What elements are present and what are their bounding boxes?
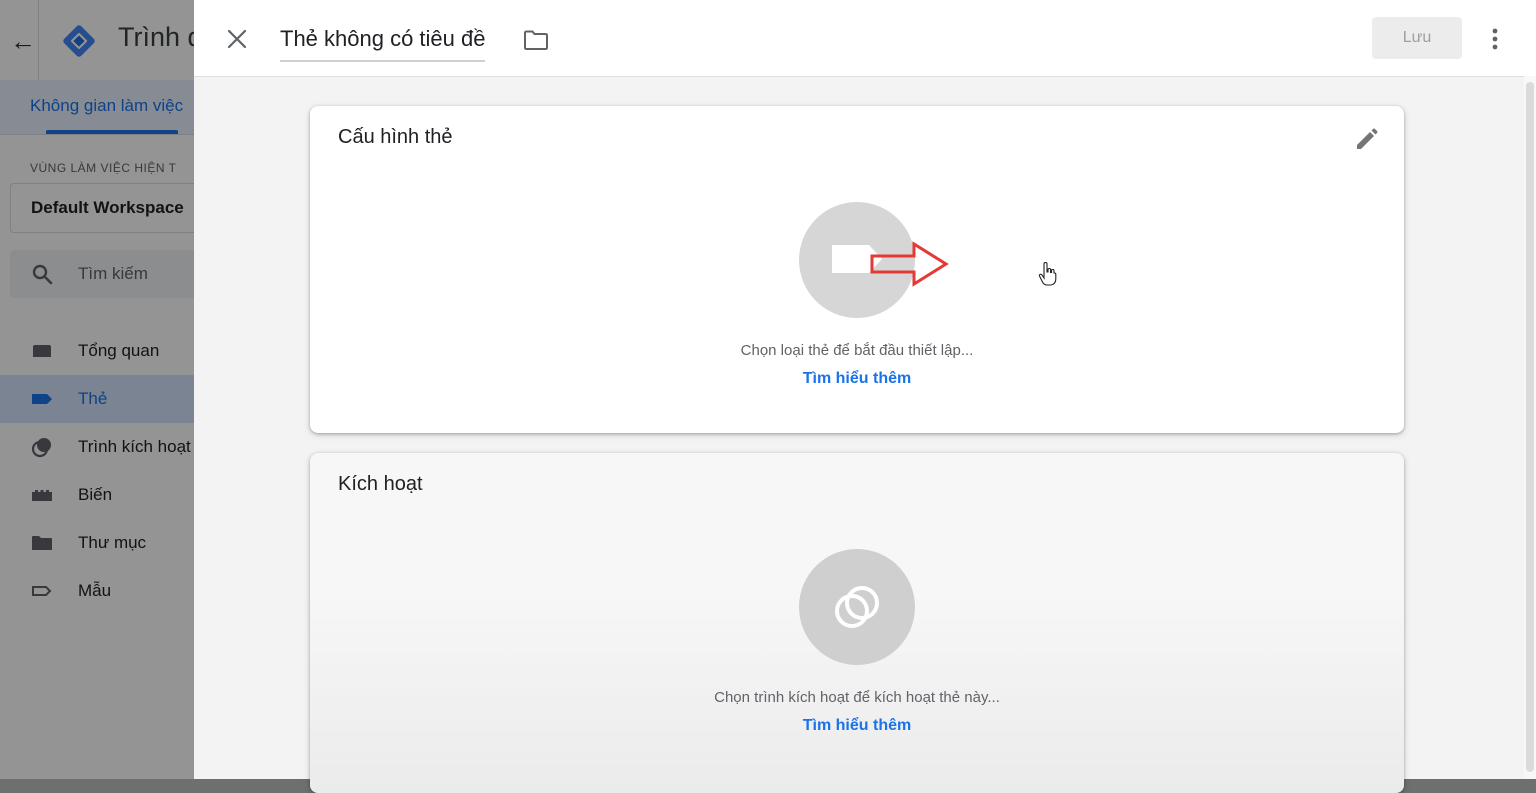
annotation-arrow-icon bbox=[870, 241, 949, 287]
card-title: Kích hoạt bbox=[338, 473, 423, 495]
folder-icon[interactable] bbox=[522, 26, 550, 54]
scrollbar-thumb[interactable] bbox=[1526, 82, 1534, 772]
edit-pencil-icon[interactable] bbox=[1352, 126, 1380, 154]
choose-trigger-button[interactable] bbox=[799, 549, 915, 665]
more-vert-icon[interactable] bbox=[1482, 24, 1508, 54]
tag-editor-panel: Thẻ không có tiêu đề Lưu Cấu hình thẻ Ch… bbox=[194, 0, 1536, 793]
tag-name-field[interactable]: Thẻ không có tiêu đề bbox=[280, 20, 486, 62]
tag-configuration-card: Cấu hình thẻ Chọn loại thẻ để bắt đầu th… bbox=[310, 106, 1404, 433]
scrollbar[interactable] bbox=[1524, 76, 1536, 779]
trigger-hint: Chọn trình kích hoạt để kích hoạt thẻ nà… bbox=[714, 689, 1000, 706]
tag-type-hint: Chọn loại thẻ để bắt đầu thiết lập... bbox=[740, 342, 974, 359]
trigger-icon bbox=[835, 586, 879, 628]
hand-cursor-icon bbox=[1038, 262, 1057, 286]
close-icon[interactable] bbox=[222, 24, 252, 54]
panel-header: Thẻ không có tiêu đề Lưu bbox=[194, 0, 1536, 77]
save-button[interactable]: Lưu bbox=[1372, 17, 1462, 59]
panel-title: Thẻ không có tiêu đề bbox=[280, 26, 486, 51]
learn-more-link[interactable]: Tìm hiểu thêm bbox=[310, 370, 1404, 388]
card-title: Cấu hình thẻ bbox=[338, 126, 453, 148]
triggering-card: Kích hoạt Chọn trình kích hoạt để kích h… bbox=[310, 453, 1404, 793]
learn-more-link[interactable]: Tìm hiểu thêm bbox=[310, 717, 1404, 735]
